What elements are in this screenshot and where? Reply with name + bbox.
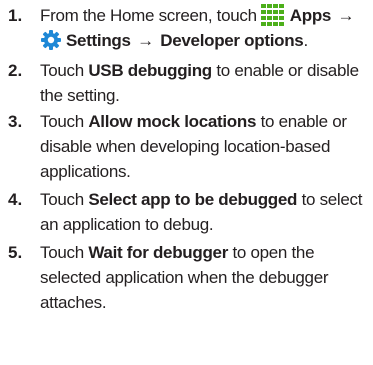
step-bold-label: Wait for debugger (88, 243, 229, 262)
step-prefix: Touch (40, 61, 84, 80)
step-text: Touch USB debugging to enable or disable… (40, 58, 370, 108)
step-3: 3. Touch Allow mock locations to enable … (0, 109, 373, 185)
step-4: 4. Touch Select app to be debugged to se… (0, 187, 373, 237)
settings-gear-icon (41, 30, 61, 50)
step-2: 2. Touch USB debugging to enable or disa… (0, 58, 373, 108)
step-number: 3. (8, 112, 23, 131)
step-1: 1. From the Home screen, touch Apps → Se… (0, 3, 373, 55)
step-prefix: From the Home screen, touch (40, 6, 257, 25)
step-number: 5. (8, 243, 23, 262)
step-prefix: Touch (40, 243, 84, 262)
period: . (303, 31, 308, 50)
step-bold-label: Select app to be debugged (88, 190, 298, 209)
step-text: Touch Allow mock locations to enable or … (40, 109, 370, 184)
arrow: → (337, 6, 355, 25)
step-number: 1. (8, 6, 23, 25)
instruction-list: 1. From the Home screen, touch Apps → Se… (0, 0, 373, 365)
step-5: 5. Touch Wait for debugger to open the s… (0, 240, 373, 316)
step-number: 4. (8, 190, 23, 209)
step-bold-label: USB debugging (88, 61, 212, 80)
developer-options-label: Developer options (160, 31, 304, 50)
step-prefix: Touch (40, 190, 84, 209)
step-bold-label: Allow mock locations (88, 112, 257, 131)
step-text: From the Home screen, touch Apps → Setti… (40, 3, 370, 53)
apps-grid-icon (260, 4, 284, 26)
step-number: 2. (8, 61, 23, 80)
settings-label: Settings (66, 31, 131, 50)
step-text: Touch Wait for debugger to open the sele… (40, 240, 370, 315)
apps-label: Apps (289, 6, 332, 25)
step-prefix: Touch (40, 112, 84, 131)
step-text: Touch Select app to be debugged to selec… (40, 187, 370, 237)
arrow: → (137, 31, 154, 50)
